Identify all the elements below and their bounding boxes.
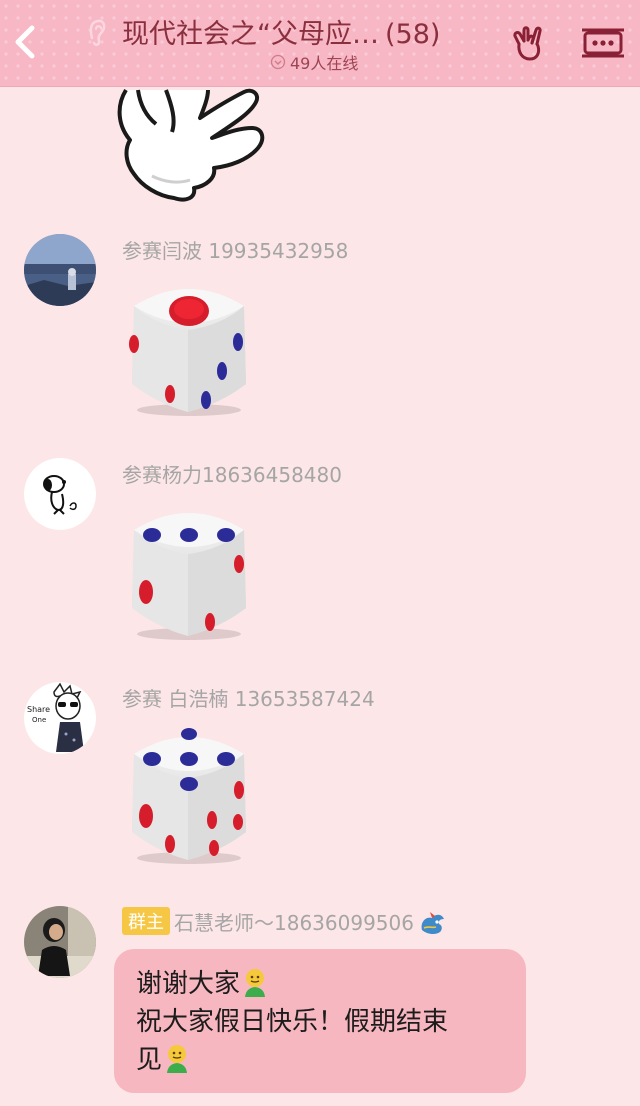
- teacher-photo: [24, 906, 96, 978]
- svg-text:Share: Share: [27, 705, 50, 714]
- group-name: 现代社会之“父母应…: [122, 19, 379, 50]
- dice-sticker-2[interactable]: [118, 500, 260, 642]
- snoopy-avatar: [24, 458, 96, 530]
- dice-sticker-3[interactable]: [118, 724, 260, 866]
- owner-badge: 群主: [122, 907, 170, 935]
- chevron-down-icon: [270, 54, 286, 70]
- avatar-sender-1[interactable]: [24, 234, 96, 306]
- back-icon[interactable]: [8, 20, 44, 64]
- sender-name[interactable]: 参赛 白浩楠 13653587424: [122, 683, 375, 712]
- dragon-icon: [421, 912, 444, 935]
- glove-sticker[interactable]: [112, 86, 272, 208]
- sender-name[interactable]: 石慧老师～18636099506: [174, 911, 414, 935]
- smiley-emoji-icon: [245, 969, 266, 997]
- message-line-3: 见: [136, 1045, 163, 1075]
- message-line-2: 祝大家假日快乐！假期结束: [136, 1007, 449, 1037]
- menu-icon[interactable]: [580, 24, 626, 62]
- cartoon-avatar: Share One: [24, 682, 96, 754]
- sender-line: 群主 石慧老师～18636099506: [122, 907, 446, 936]
- ear-icon: [89, 19, 106, 46]
- online-status[interactable]: 49人在线: [270, 50, 358, 74]
- sender-name[interactable]: 参赛闫波 19935432958: [122, 235, 348, 264]
- avatar-group-owner[interactable]: [24, 906, 96, 978]
- message-bubble[interactable]: 谢谢大家 祝大家假日快乐！假期结束 见: [114, 949, 526, 1093]
- message-line-1: 谢谢大家: [136, 969, 241, 999]
- avatar-sender-2[interactable]: [24, 458, 96, 530]
- avatar-sender-3[interactable]: Share One: [24, 682, 96, 754]
- chat-title[interactable]: 现代社会之“父母应… (58): [122, 12, 500, 51]
- sender-name[interactable]: 参赛杨力18636458480: [122, 459, 342, 488]
- svg-text:One: One: [32, 716, 46, 724]
- member-count: (58): [385, 19, 441, 50]
- smiley-emoji-icon: [167, 1045, 188, 1073]
- dice-sticker-1[interactable]: [118, 276, 260, 418]
- landscape-photo: [24, 234, 96, 306]
- hand-gesture-icon[interactable]: [510, 22, 552, 64]
- chat-header: 现代社会之“父母应… (58) 49人在线: [0, 0, 640, 87]
- online-count: 49人在线: [290, 54, 359, 73]
